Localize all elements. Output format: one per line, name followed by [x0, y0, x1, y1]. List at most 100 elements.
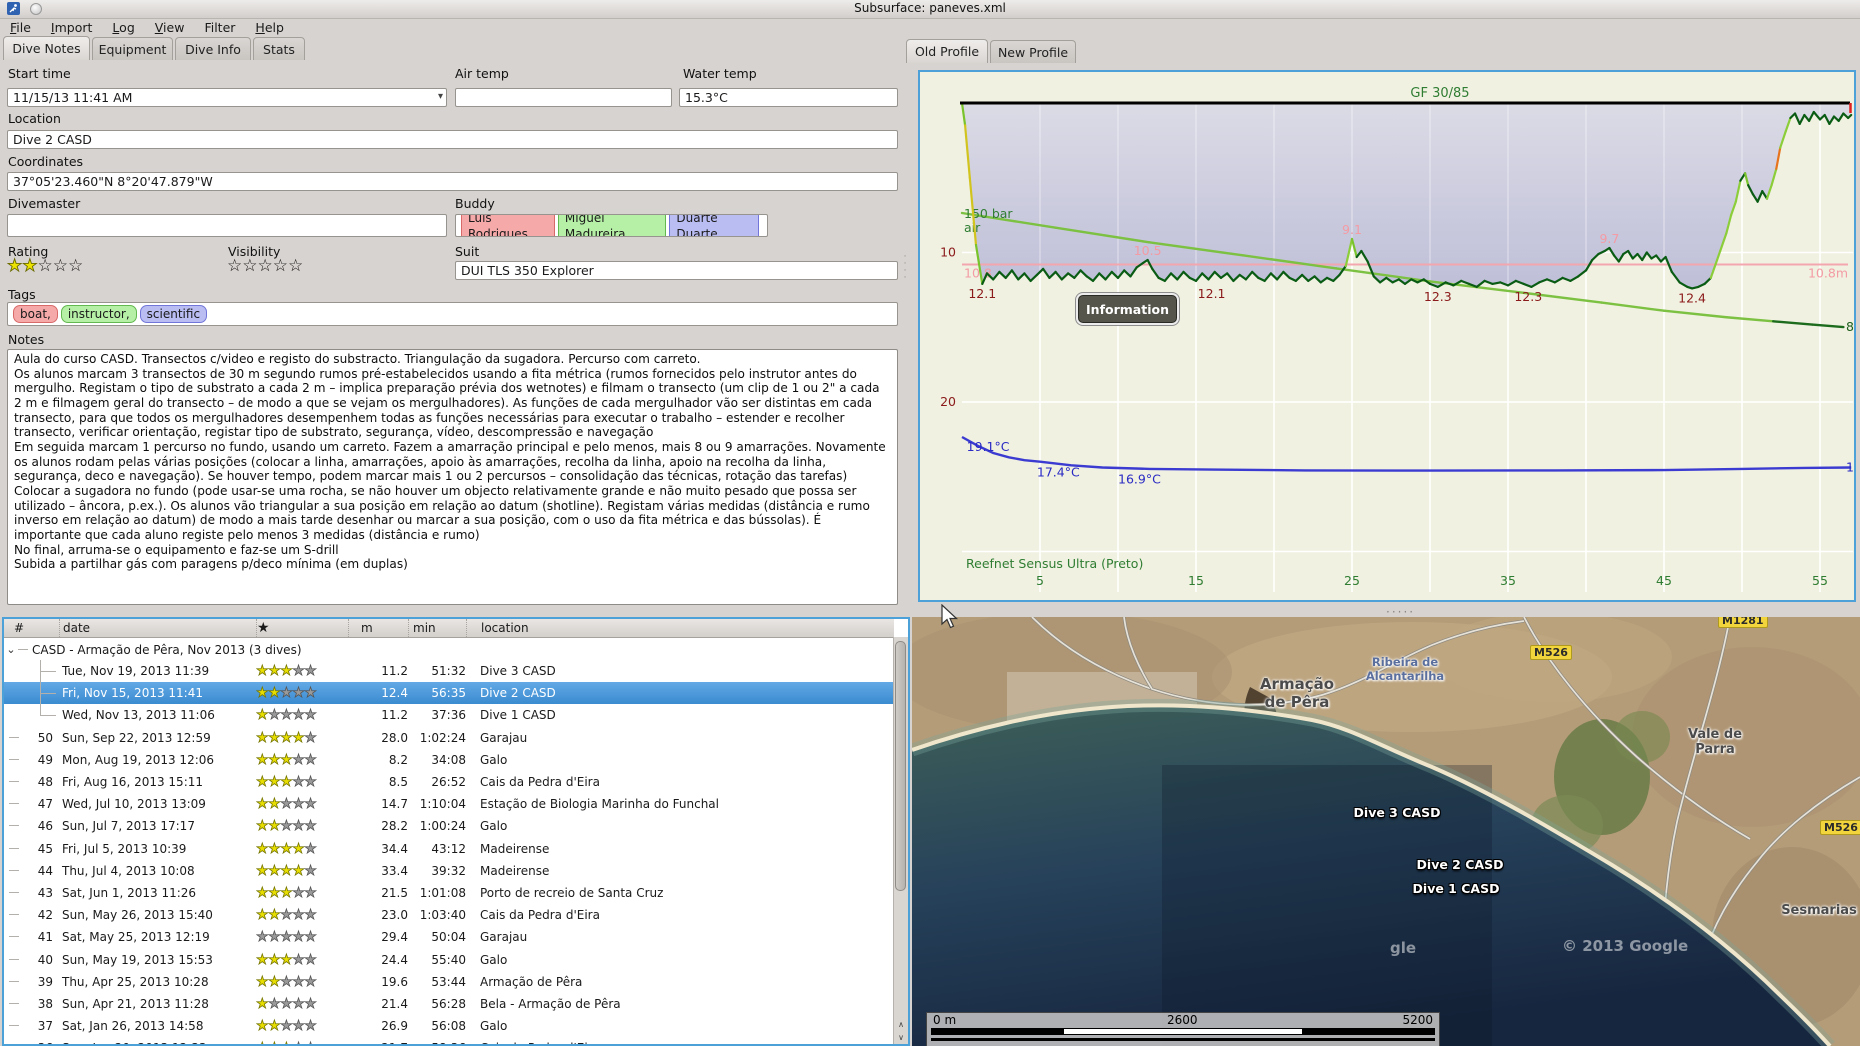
chip[interactable]: boat,: [13, 305, 58, 323]
scrollbar-thumb[interactable]: [895, 641, 906, 891]
tab-dive-info[interactable]: Dive Info: [175, 37, 251, 60]
star-icon[interactable]: ☆: [227, 256, 242, 276]
star-icon[interactable]: ☆: [288, 256, 303, 276]
dive-row[interactable]: 38 Sun, Apr 21, 2013 11:28 ★★★★★ 21.4 56:28 B…: [4, 993, 894, 1015]
chip[interactable]: Luís Rodrigues,: [461, 215, 555, 236]
dive-depth: 19.6: [381, 974, 408, 989]
dive-date: Wed, Nov 13, 2013 11:06: [62, 708, 215, 723]
column-header-location[interactable]: location: [466, 619, 894, 637]
chevron-down-icon[interactable]: ▾: [438, 91, 443, 102]
column-header-date[interactable]: date: [59, 619, 256, 637]
dive-row[interactable]: 36Sun, Jan 20, 2013 12:33★★★★★21.758:36C…: [4, 1037, 894, 1044]
dive-rating-stars: ★★★★★: [256, 952, 348, 968]
location-field[interactable]: Dive 2 CASD: [7, 130, 898, 149]
menu-item-file[interactable]: File: [0, 20, 41, 35]
star-icon[interactable]: ☆: [53, 256, 68, 276]
buddy-field[interactable]: Luís Rodrigues, Miguel Madureira, Duarte D…: [455, 214, 768, 237]
panel-splitter-handle[interactable]: · · · ·: [901, 253, 909, 283]
menu-item-help[interactable]: Help: [245, 20, 294, 35]
star-icon[interactable]: ☆: [258, 256, 273, 276]
dive-row[interactable]: Wed, Nov 13, 2013 11:06 ★★★★★ 11.2 37:36 Div…: [4, 704, 894, 726]
dive-row[interactable]: 41 Sat, May 25, 2013 12:19 ★★★★★ 29.4 50:04 G…: [4, 926, 894, 948]
column-header-stars[interactable]: ★: [256, 619, 348, 637]
dive-row[interactable]: 49 Mon, Aug 19, 2013 12:06 ★★★★★ 8.2 34:08 Ga…: [4, 749, 894, 771]
dive-rating-stars: ★★★★★: [256, 796, 348, 812]
dive-row[interactable]: 42 Sun, May 26, 2013 15:40 ★★★★★ 23.0 1:03:4…: [4, 904, 894, 926]
dive-row[interactable]: 39 Thu, Apr 25, 2013 10:28 ★★★★★ 19.6 53:44 A…: [4, 971, 894, 993]
svg-text:5: 5: [1036, 573, 1044, 588]
dive-date: Wed, Jul 10, 2013 13:09: [62, 797, 206, 812]
dive-row[interactable]: 44 Thu, Jul 4, 2013 10:08 ★★★★★ 33.4 39:32 Ma…: [4, 860, 894, 882]
dive-duration: 1:10:04: [419, 797, 466, 812]
dive-row[interactable]: 48 Fri, Aug 16, 2013 15:11 ★★★★★ 8.5 26:52 Ca…: [4, 771, 894, 793]
divemaster-label: Divemaster: [8, 196, 81, 211]
dive-rating-stars: ★★★★★: [256, 663, 348, 679]
star-icon: ★: [256, 840, 269, 857]
water-temp-field[interactable]: 15.3°C: [679, 88, 898, 107]
column-header-min[interactable]: min: [408, 619, 466, 637]
dive-row[interactable]: 46 Sun, Jul 7, 2013 17:17 ★★★★★ 28.2 1:00:24…: [4, 815, 894, 837]
star-icon: ★: [268, 751, 281, 768]
expander-icon[interactable]: ⌄: [4, 643, 18, 656]
air-temp-field[interactable]: [455, 88, 672, 107]
location-label: Location: [8, 111, 61, 126]
column-header-num[interactable]: #: [4, 619, 59, 637]
dive-row[interactable]: 47 Wed, Jul 10, 2013 13:09 ★★★★★ 14.7 1:10:0…: [4, 793, 894, 815]
dive-list-header[interactable]: # date ★ m min location: [4, 619, 894, 638]
menu-item-log[interactable]: Log: [102, 20, 144, 35]
scroll-up-icon[interactable]: ∧: [894, 1018, 908, 1031]
star-icon: ★: [292, 774, 305, 790]
trip-row[interactable]: ⌄ CASD - Armação de Pêra, Nov 2013 (3 div…: [4, 639, 894, 660]
dive-site-label[interactable]: Dive 1 CASD: [1398, 881, 1514, 896]
star-icon[interactable]: ☆: [68, 256, 83, 276]
dive-row[interactable]: 45 Fri, Jul 5, 2013 10:39 ★★★★★ 34.4 43:12 Ma…: [4, 838, 894, 860]
tab-equipment[interactable]: Equipment: [92, 37, 173, 60]
chip[interactable]: Duarte Duarte: [669, 215, 760, 236]
star-icon[interactable]: ☆: [273, 256, 288, 276]
star-icon: ★: [292, 951, 305, 968]
dive-site-label[interactable]: Dive 2 CASD: [1402, 857, 1518, 872]
divemaster-field[interactable]: [7, 214, 447, 237]
dive-row[interactable]: 40 Sun, May 19, 2013 15:53 ★★★★★ 24.4 55:40 G…: [4, 949, 894, 971]
menu-item-view[interactable]: View: [145, 20, 195, 35]
chip[interactable]: instructor,: [60, 305, 137, 323]
svg-text:80: 80: [1846, 319, 1854, 334]
dive-row[interactable]: Fri, Nov 15, 2013 11:41 ★★★★★ 12.4 56:35 Div…: [4, 682, 894, 705]
svg-text:9.1: 9.1: [1342, 222, 1362, 237]
information-button[interactable]: Information: [1078, 295, 1177, 323]
coordinates-field[interactable]: 37°05'23.460"N 8°20'47.879"W: [7, 172, 898, 191]
menu-item-filter[interactable]: Filter: [194, 20, 245, 35]
rating-stars[interactable]: ★★☆☆☆: [7, 256, 84, 277]
scroll-down-icon[interactable]: ∨: [894, 1031, 908, 1044]
tab-new-profile[interactable]: New Profile: [990, 40, 1076, 63]
tab-stats[interactable]: Stats: [253, 37, 305, 60]
visibility-stars[interactable]: ☆☆☆☆☆: [227, 256, 303, 276]
star-icon: ★: [268, 885, 281, 901]
dive-row[interactable]: Tue, Nov 19, 2013 11:39 ★★★★★ 11.2 51:32 Div…: [4, 660, 894, 682]
column-header-m[interactable]: m: [348, 619, 408, 637]
chip[interactable]: scientific: [139, 305, 208, 323]
dive-site-label[interactable]: Dive 3 CASD: [1342, 805, 1452, 820]
notes-textarea[interactable]: Aula do curso CASD. Transectos c/video e…: [7, 349, 898, 605]
star-icon: ★: [256, 973, 269, 990]
map-panel[interactable]: Armação de Pêra Ribeira de Alcantarilha Va…: [912, 617, 1860, 1046]
star-icon: ★: [280, 885, 293, 901]
tags-field[interactable]: boat, instructor, scientific: [7, 302, 898, 326]
menu-item-import[interactable]: Import: [41, 20, 103, 35]
star-icon[interactable]: ★: [7, 256, 23, 277]
star-icon[interactable]: ★: [22, 256, 38, 277]
dive-row[interactable]: 43 Sat, Jun 1, 2013 11:26 ★★★★★ 21.5 1:01:08…: [4, 882, 894, 904]
tab-dive-notes[interactable]: Dive Notes: [3, 36, 90, 60]
dive-list-scrollbar[interactable]: ∧ ∨: [893, 637, 908, 1044]
star-icon[interactable]: ☆: [38, 256, 53, 276]
dive-date: Fri, Nov 15, 2013 11:41: [62, 686, 203, 701]
star-icon[interactable]: ☆: [242, 256, 257, 276]
chart-map-splitter[interactable]: ·····: [912, 604, 1860, 619]
chip[interactable]: Miguel Madureira,: [557, 215, 667, 236]
dive-row[interactable]: 37 Sat, Jan 26, 2013 14:58 ★★★★★ 26.9 56:08 G…: [4, 1015, 894, 1037]
dive-row[interactable]: 50 Sun, Sep 22, 2013 12:59 ★★★★★ 28.0 1:02:2…: [4, 727, 894, 749]
tab-old-profile[interactable]: Old Profile: [906, 39, 988, 63]
start-time-combo[interactable]: 11/15/13 11:41 AM ▾: [7, 88, 447, 107]
suit-field[interactable]: DUI TLS 350 Explorer: [455, 261, 898, 280]
dive-number: 36: [4, 1041, 59, 1044]
